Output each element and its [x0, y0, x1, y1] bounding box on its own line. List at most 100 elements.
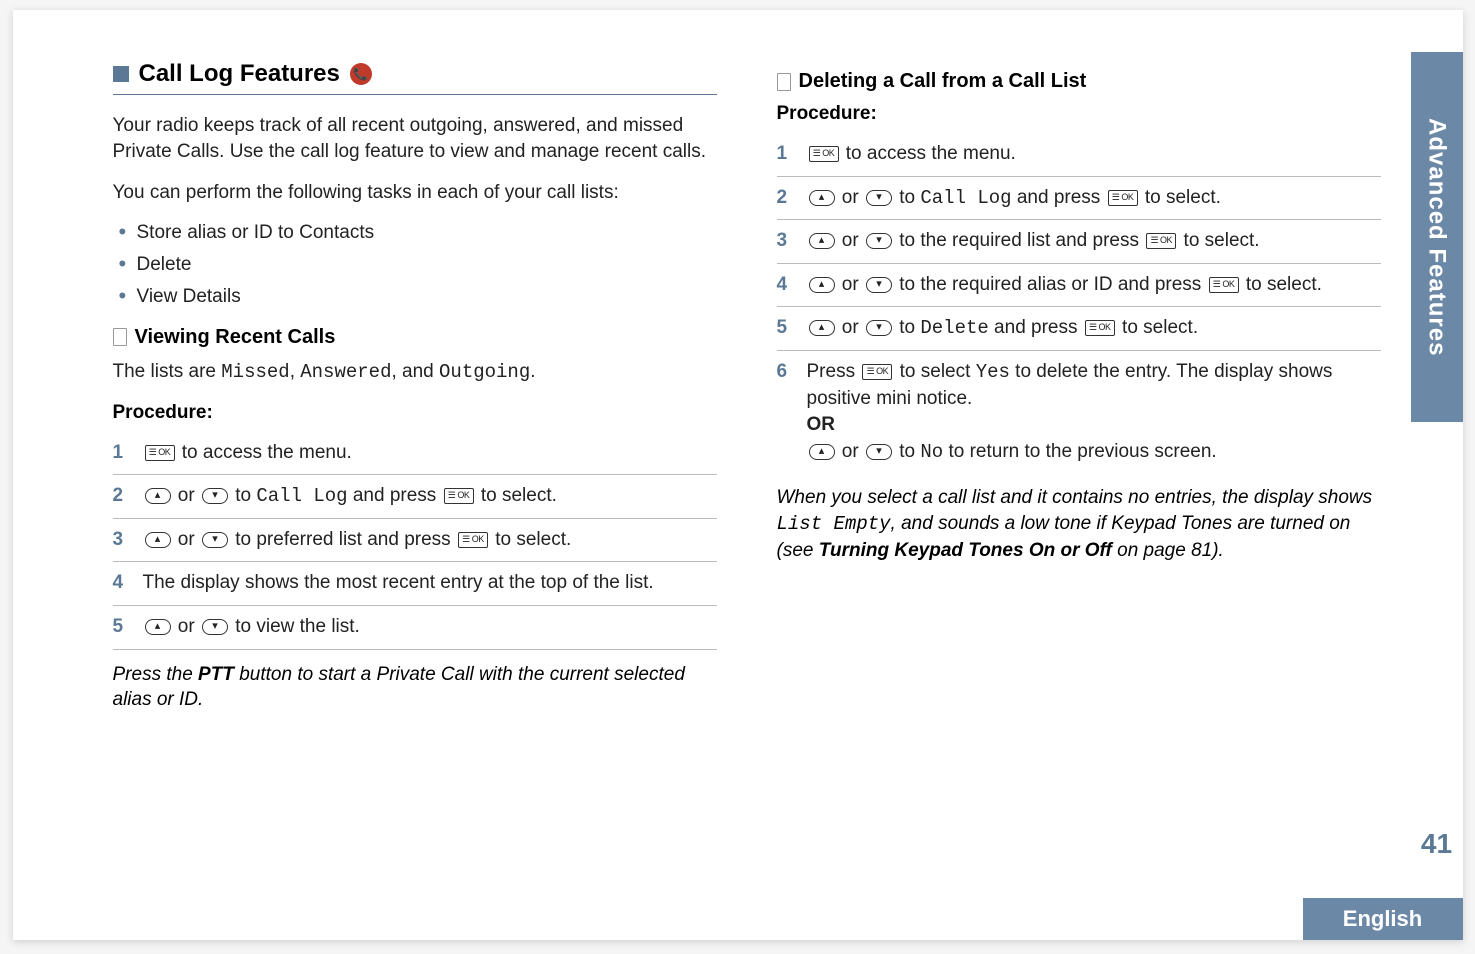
up-key-icon [809, 190, 835, 206]
content-area: Call Log Features Your radio keeps track… [13, 10, 1411, 940]
ok-key-icon [1209, 277, 1239, 293]
text: or [173, 616, 200, 637]
step-body: to access the menu. [807, 141, 1381, 168]
text: to select. [1241, 274, 1322, 295]
page-number: 41 [1421, 828, 1452, 859]
down-key-icon [202, 532, 228, 548]
procedure-label: Procedure: [113, 402, 717, 424]
steps-list: 1 to access the menu. 2 or to Call Log a… [113, 432, 717, 650]
text: or [173, 529, 200, 550]
text: to select. [1117, 317, 1198, 338]
side-tab-area: Advanced Features 41 [1411, 10, 1463, 940]
sub-heading: Viewing Recent Calls [113, 326, 717, 349]
sub-title: Viewing Recent Calls [135, 326, 336, 349]
or-text: OR [807, 412, 1381, 439]
code-text: Call Log [256, 485, 347, 507]
text: to the required alias or ID and press [894, 274, 1207, 295]
step-row: 4 or to the required alias or ID and pre… [777, 264, 1381, 308]
ok-key-icon [809, 146, 839, 162]
down-key-icon [866, 320, 892, 336]
chapter-tab-label: Advanced Features [1423, 118, 1451, 356]
text: Press the [113, 664, 199, 685]
text: and press [989, 317, 1083, 338]
step-number: 4 [113, 570, 129, 597]
text: PTT [198, 664, 234, 685]
step-body: or to Delete and press to select. [807, 315, 1381, 342]
step-row: 2 or to Call Log and press to select. [113, 475, 717, 519]
down-key-icon [202, 619, 228, 635]
right-column: Deleting a Call from a Call List Procedu… [777, 60, 1381, 920]
step-body: The display shows the most recent entry … [143, 570, 717, 597]
sub-title: Deleting a Call from a Call List [799, 70, 1087, 93]
step-body: or to preferred list and press to select… [143, 527, 717, 554]
text: When you select a call list and it conta… [777, 487, 1373, 508]
step-body: or to Call Log and press to select. [143, 483, 717, 510]
step-number: 1 [113, 440, 129, 467]
down-key-icon [866, 444, 892, 460]
step-number: 5 [777, 315, 793, 342]
code-text: Yes [976, 361, 1010, 383]
sub-heading: Deleting a Call from a Call List [777, 70, 1381, 93]
up-key-icon [809, 444, 835, 460]
square-bullet-icon [113, 66, 129, 82]
step-row: 5 or to Delete and press to select. [777, 307, 1381, 351]
text: to select. [476, 485, 557, 506]
page: Call Log Features Your radio keeps track… [13, 10, 1463, 940]
ok-key-icon [862, 364, 892, 380]
intro-paragraph-2: You can perform the following tasks in e… [113, 180, 717, 206]
step-body: Press to select Yes to delete the entry.… [807, 359, 1381, 465]
text: to select. [1178, 230, 1259, 251]
step-number: 5 [113, 614, 129, 641]
step-body: or to the required alias or ID and press… [807, 272, 1381, 299]
text: to select. [490, 529, 571, 550]
text: or [837, 317, 864, 338]
text: Press [807, 361, 861, 382]
text: to preferred list and press [230, 529, 456, 550]
down-key-icon [202, 488, 228, 504]
text: The lists are [113, 361, 222, 382]
text: and press [1012, 187, 1106, 208]
list-item: Store alias or ID to Contacts [119, 222, 717, 244]
text: to access the menu. [177, 442, 352, 463]
up-key-icon [809, 277, 835, 293]
steps-list: 1 to access the menu. 2 or to Call Log a… [777, 133, 1381, 473]
step-number: 2 [113, 483, 129, 510]
ok-key-icon [1108, 190, 1138, 206]
text: to [894, 187, 920, 208]
up-key-icon [145, 532, 171, 548]
step-number: 2 [777, 185, 793, 212]
text: to access the menu. [841, 143, 1016, 164]
down-key-icon [866, 190, 892, 206]
code-text: Outgoing [439, 361, 530, 383]
code-text: Missed [221, 361, 289, 383]
phone-circle-icon [350, 63, 372, 85]
note-text: When you select a call list and it conta… [777, 485, 1381, 563]
lists-description: The lists are Missed, Answered, and Outg… [113, 359, 717, 386]
step-row: 4 The display shows the most recent entr… [113, 562, 717, 606]
up-key-icon [809, 233, 835, 249]
down-key-icon [866, 277, 892, 293]
text: to [230, 485, 256, 506]
up-key-icon [145, 488, 171, 504]
cross-ref-link[interactable]: Turning Keypad Tones On or Off [819, 540, 1112, 561]
text: and press [348, 485, 442, 506]
step-body: or to Call Log and press to select. [807, 185, 1381, 212]
step-body: or to the required list and press to sel… [807, 228, 1381, 255]
language-tab: English [1303, 898, 1463, 940]
text: or [837, 274, 864, 295]
code-text: Answered [300, 361, 391, 383]
left-column: Call Log Features Your radio keeps track… [113, 60, 717, 920]
text: or [837, 230, 864, 251]
ok-key-icon [1085, 320, 1115, 336]
page-number-box: 41 [1411, 828, 1463, 860]
text: or [837, 441, 864, 462]
ok-key-icon [145, 445, 175, 461]
step-row: 3 or to the required list and press to s… [777, 220, 1381, 264]
text: or [837, 187, 864, 208]
language-label: English [1343, 906, 1422, 932]
step-number: 3 [777, 228, 793, 255]
intro-paragraph-1: Your radio keeps track of all recent out… [113, 113, 717, 164]
up-key-icon [145, 619, 171, 635]
step-number: 6 [777, 359, 793, 386]
chapter-tab: Advanced Features [1411, 52, 1463, 422]
